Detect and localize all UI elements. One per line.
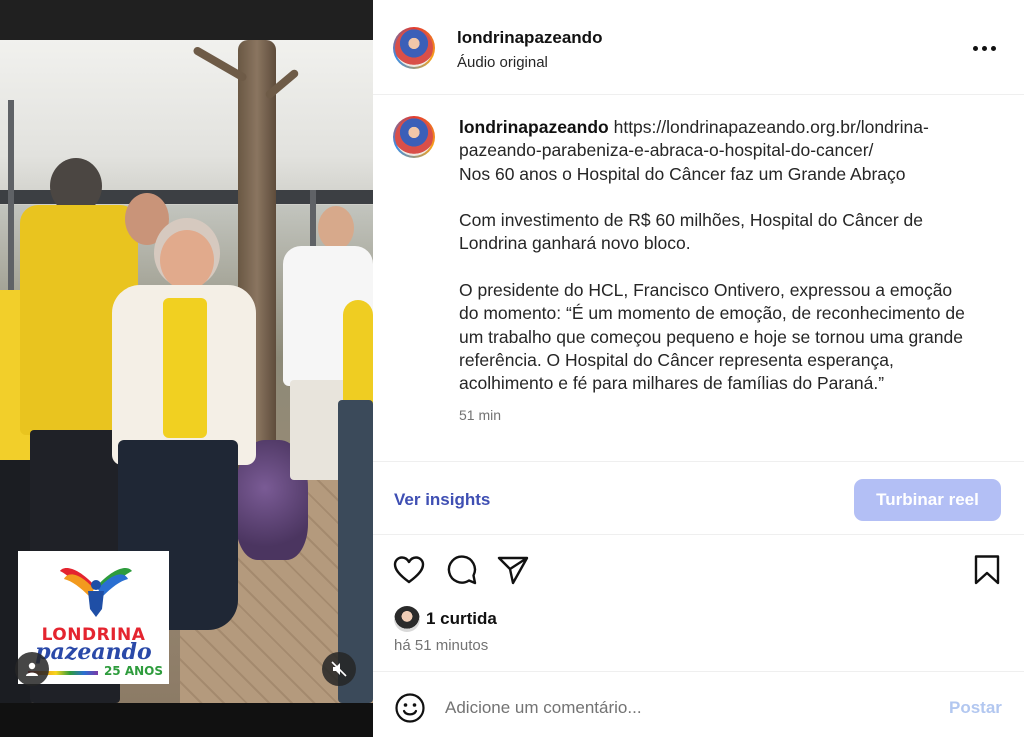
audio-label[interactable]: Áudio original (457, 54, 548, 71)
avatar[interactable] (393, 27, 435, 69)
reel-video[interactable]: LONDRINA pazeando 25 ANOS (0, 40, 373, 703)
more-options-icon[interactable] (973, 38, 999, 58)
post-actions (373, 548, 1024, 592)
heart-icon[interactable] (392, 553, 426, 587)
insights-bar: Ver insights Turbinar reel (373, 461, 1024, 535)
send-icon[interactable] (496, 553, 530, 587)
user-tag-icon[interactable] (15, 652, 49, 686)
mute-icon[interactable] (322, 652, 356, 686)
caption-section: londrinapazeando https://londrinapazeand… (373, 96, 1024, 461)
logo-years: 25 ANOS (103, 664, 163, 678)
liker-avatar[interactable] (394, 606, 420, 632)
comment-input[interactable] (445, 694, 915, 722)
emoji-icon[interactable] (394, 692, 426, 724)
likes-count[interactable]: 1 curtida (426, 609, 497, 629)
caption-body: https://londrinapazeando.org.br/londrina… (459, 117, 965, 394)
tent-pole (8, 100, 14, 300)
bookmark-icon[interactable] (970, 553, 1004, 587)
view-insights-link[interactable]: Ver insights (394, 490, 490, 510)
caption-avatar[interactable] (393, 116, 435, 158)
post-header: londrinapazeando Áudio original (373, 0, 1024, 95)
backdrop (0, 0, 373, 40)
backdrop (0, 703, 373, 737)
caption-timestamp: 51 min (459, 407, 502, 423)
dove-logo-icon (60, 568, 132, 617)
post-username[interactable]: londrinapazeando (457, 28, 602, 48)
likes-row[interactable]: 1 curtida (394, 604, 497, 634)
post-comment-button[interactable]: Postar (949, 698, 1002, 718)
caption-text: londrinapazeando https://londrinapazeand… (459, 116, 969, 396)
comment-icon[interactable] (444, 553, 478, 587)
comment-bar: Postar (373, 671, 1024, 737)
post-details-panel: londrinapazeando Áudio original londrina… (373, 0, 1024, 737)
boost-reel-button[interactable]: Turbinar reel (854, 479, 1001, 521)
caption-username[interactable]: londrinapazeando (459, 117, 609, 137)
posted-timestamp: há 51 minutos (394, 637, 489, 654)
